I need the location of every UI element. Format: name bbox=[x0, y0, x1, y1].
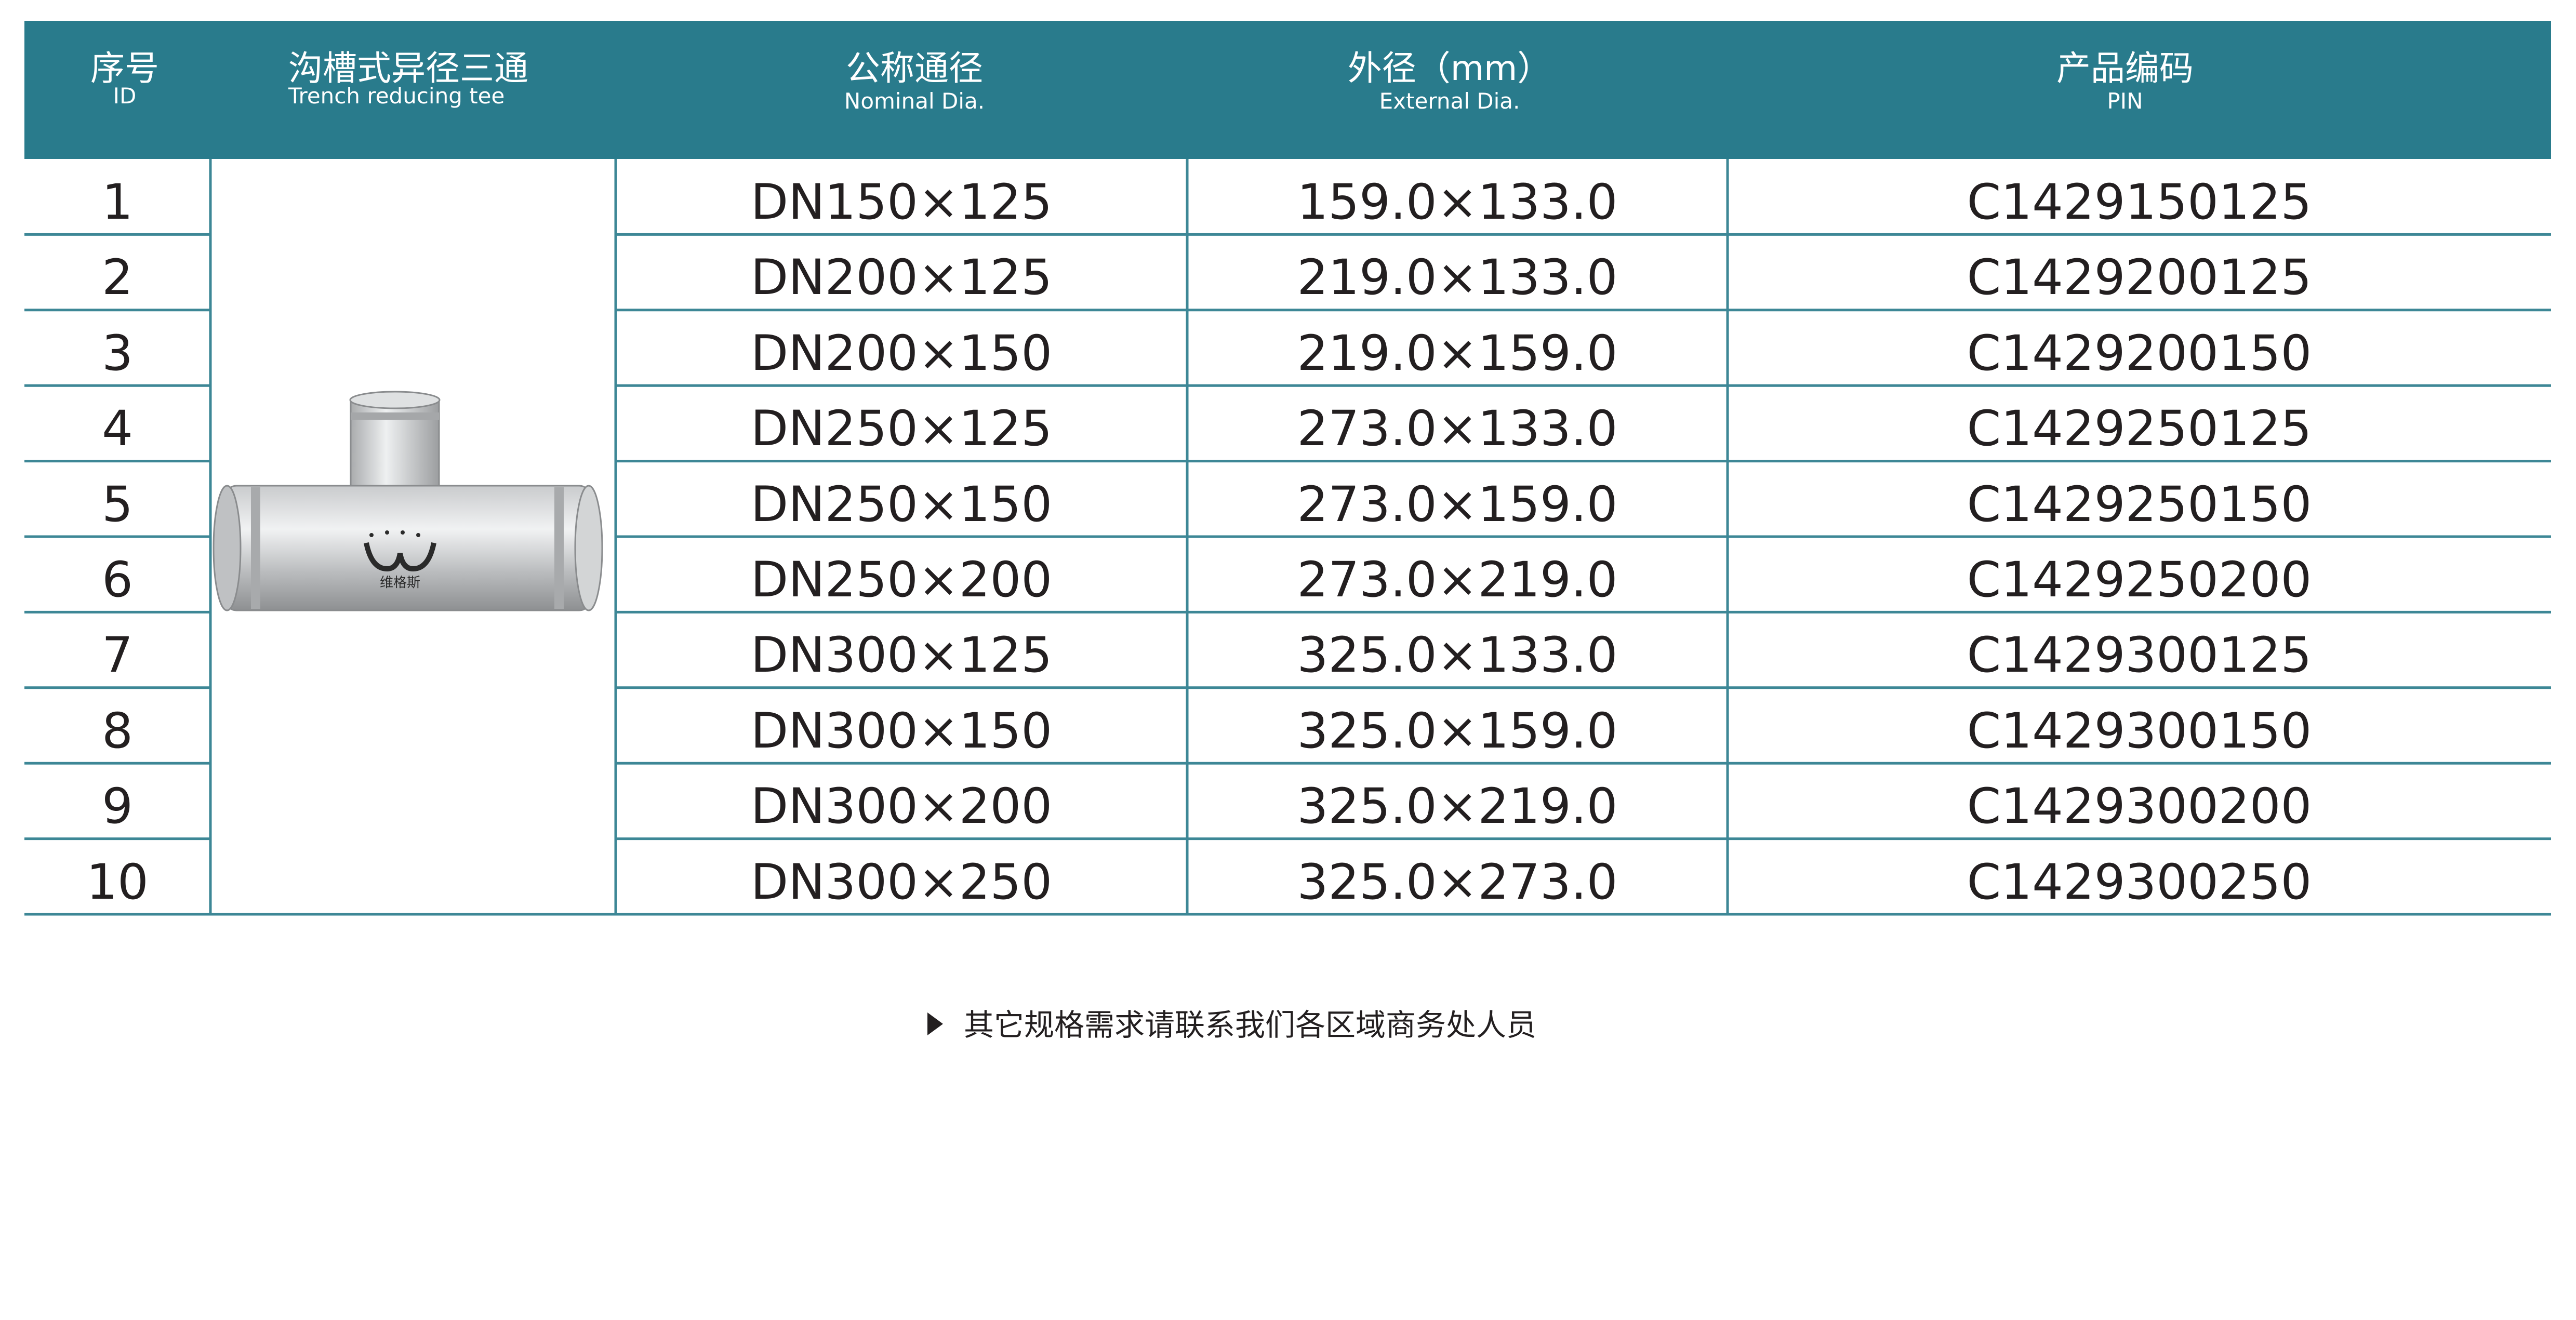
footer-note-text: 其它规格需求请联系我们各区域商务处人员 bbox=[964, 1007, 1537, 1043]
cell-pin: C1429200125 bbox=[1967, 249, 2312, 306]
header-id-en: ID bbox=[113, 83, 137, 109]
cell-id: 9 bbox=[102, 778, 133, 835]
cell-id: 6 bbox=[102, 552, 133, 608]
cell-nominal: DN300×250 bbox=[750, 854, 1053, 911]
cell-id: 2 bbox=[102, 249, 133, 306]
cell-external: 325.0×159.0 bbox=[1297, 702, 1618, 759]
header-product: 沟槽式异径三通 Trench reducing tee bbox=[288, 48, 600, 110]
cell-id: 4 bbox=[102, 401, 133, 458]
header-external-zh: 外径（mm） bbox=[1347, 48, 1552, 88]
header-product-en: Trench reducing tee bbox=[288, 83, 505, 109]
cell-external: 325.0×219.0 bbox=[1297, 778, 1618, 835]
cell-external: 219.0×159.0 bbox=[1297, 325, 1618, 382]
cell-external: 273.0×133.0 bbox=[1297, 401, 1618, 458]
cell-external: 273.0×159.0 bbox=[1297, 476, 1618, 533]
triangle-bullet-icon bbox=[927, 1012, 943, 1035]
header-external: 外径（mm） External Dia. bbox=[1294, 48, 1605, 115]
header-pin-zh: 产品编码 bbox=[2056, 48, 2194, 88]
cell-id: 5 bbox=[102, 476, 133, 533]
header-id: 序号 ID bbox=[62, 48, 187, 110]
cell-nominal: DN250×200 bbox=[750, 552, 1053, 608]
cell-pin: C1429300125 bbox=[1967, 627, 2312, 684]
cell-id: 1 bbox=[102, 174, 133, 231]
cell-external: 219.0×133.0 bbox=[1297, 249, 1618, 306]
cell-pin: C1429300200 bbox=[1967, 778, 2312, 835]
cell-pin: C1429250125 bbox=[1967, 401, 2312, 458]
header-nominal-zh: 公称通径 bbox=[846, 48, 983, 88]
header-nominal-en: Nominal Dia. bbox=[844, 88, 985, 114]
cell-external: 273.0×219.0 bbox=[1297, 552, 1618, 608]
cell-id: 3 bbox=[102, 325, 133, 382]
cell-pin: C1429200150 bbox=[1967, 325, 2312, 382]
brand-logo-text: 维格斯 bbox=[380, 575, 420, 591]
header-external-en: External Dia. bbox=[1379, 88, 1520, 114]
cell-external: 325.0×273.0 bbox=[1297, 854, 1618, 911]
cell-nominal: DN300×200 bbox=[750, 778, 1053, 835]
tee-fitting-image: 维格斯 bbox=[213, 391, 603, 611]
cell-pin: C1429250200 bbox=[1967, 552, 2312, 608]
cell-pin: C1429150125 bbox=[1967, 174, 2312, 231]
cell-nominal: DN250×125 bbox=[750, 401, 1053, 458]
cell-nominal: DN200×150 bbox=[750, 325, 1053, 382]
footer-note: 其它规格需求请联系我们各区域商务处人员 bbox=[927, 1007, 1536, 1043]
header-pin-en: PIN bbox=[2107, 88, 2143, 114]
cell-nominal: DN300×125 bbox=[750, 627, 1053, 684]
cell-id: 8 bbox=[102, 702, 133, 759]
cell-nominal: DN200×125 bbox=[750, 249, 1053, 306]
cell-external: 159.0×133.0 bbox=[1297, 174, 1618, 231]
cell-pin: C1429250150 bbox=[1967, 476, 2312, 533]
cell-nominal: DN300×150 bbox=[750, 702, 1053, 759]
cell-id: 10 bbox=[86, 854, 149, 911]
cell-nominal: DN250×150 bbox=[750, 476, 1053, 533]
cell-id: 7 bbox=[102, 627, 133, 684]
header-nominal: 公称通径 Nominal Dia. bbox=[759, 48, 1070, 115]
cell-external: 325.0×133.0 bbox=[1297, 627, 1618, 684]
cell-pin: C1429300150 bbox=[1967, 702, 2312, 759]
cell-pin: C1429300250 bbox=[1967, 854, 2312, 911]
header-pin: 产品编码 PIN bbox=[1969, 48, 2281, 115]
cell-nominal: DN150×125 bbox=[750, 174, 1053, 231]
